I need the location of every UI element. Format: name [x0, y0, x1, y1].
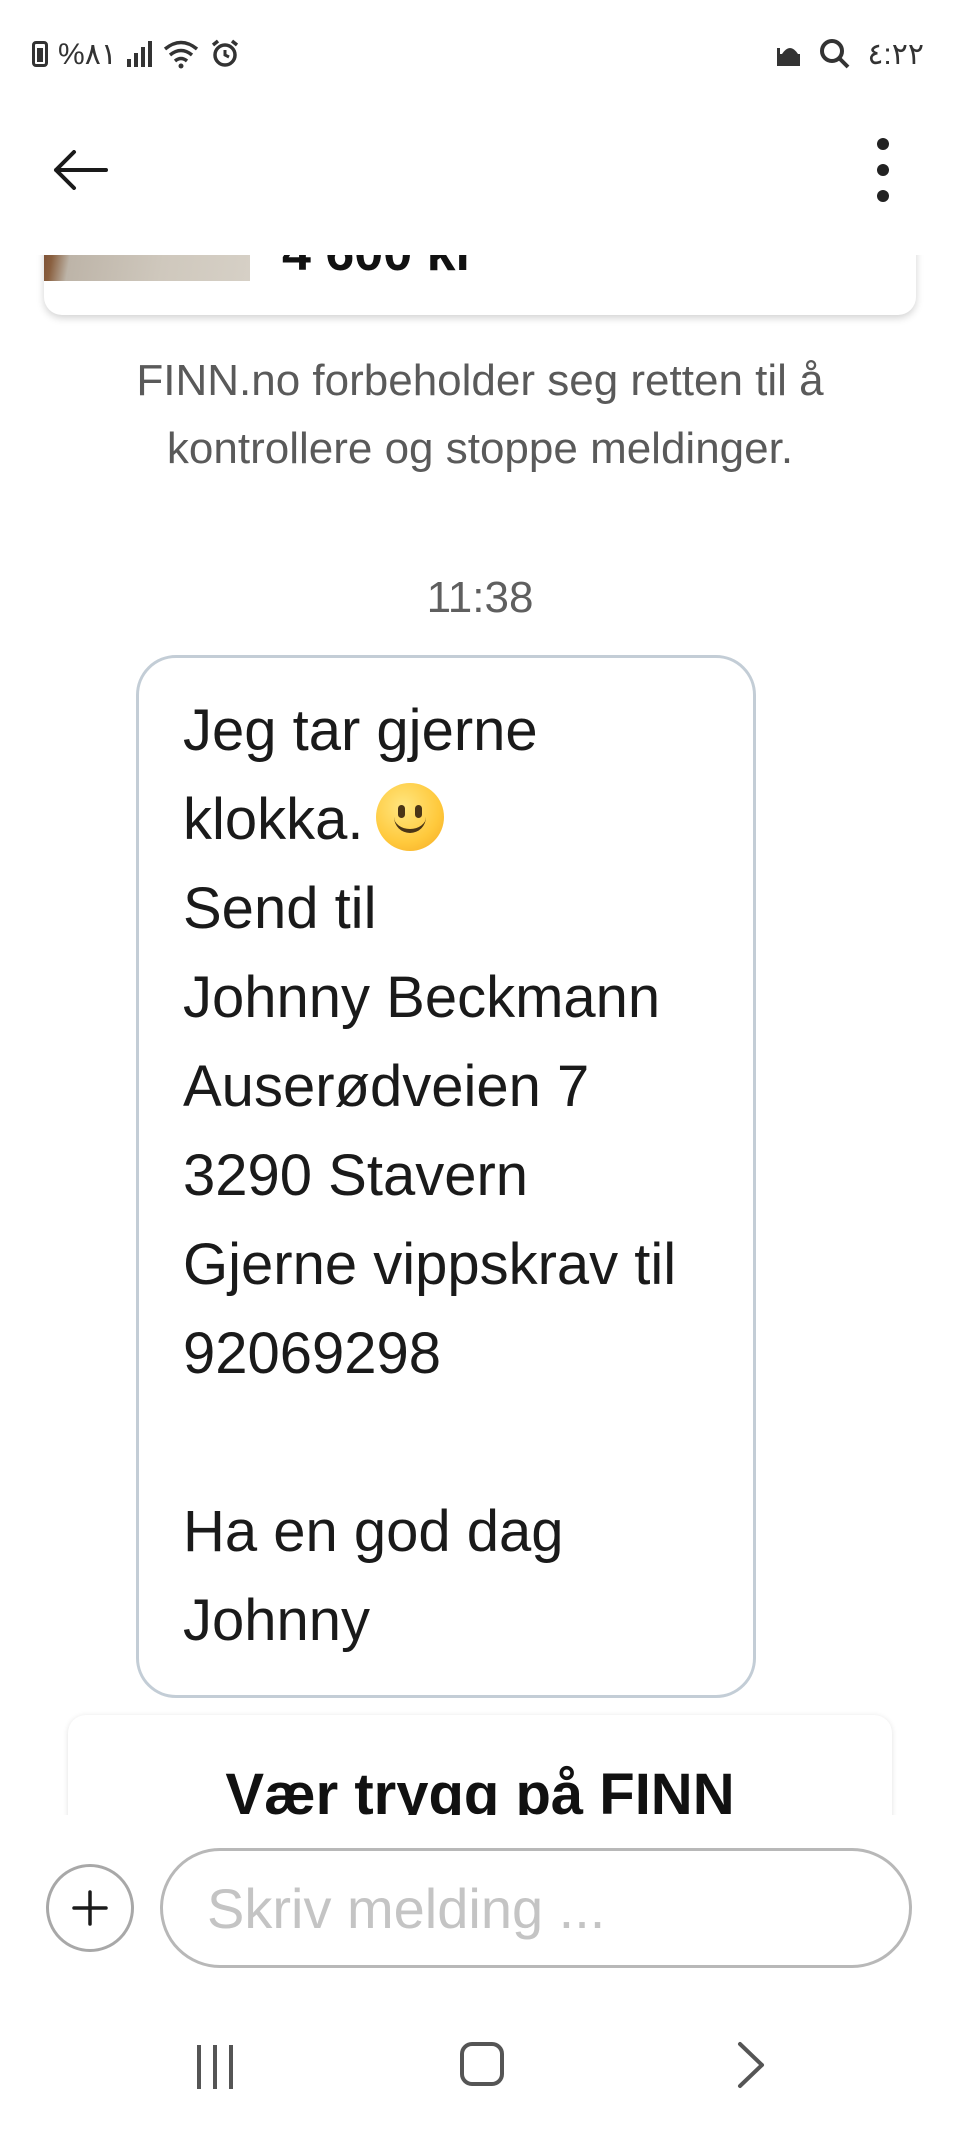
- more-options-button[interactable]: [848, 130, 918, 210]
- home-button[interactable]: [460, 2042, 504, 2086]
- more-vertical-icon: [877, 138, 889, 150]
- battery-icon: [32, 41, 48, 67]
- message-line: Send til: [183, 876, 377, 941]
- message-line: Johnny: [183, 1588, 371, 1653]
- attach-button[interactable]: [46, 1864, 134, 1952]
- back-button[interactable]: [40, 135, 120, 205]
- alarm-icon: [211, 39, 239, 67]
- clock: ٤:٢٢: [867, 37, 924, 71]
- wifi-icon: [163, 40, 199, 69]
- safety-card[interactable]: Vær trygg på FINN: [68, 1715, 892, 1815]
- smiley-emoji-icon: [375, 782, 444, 851]
- message-bubble[interactable]: Jeg tar gjerne klokka. Send til Johnny B…: [136, 655, 756, 1698]
- message-line-blank: [183, 1398, 713, 1487]
- listing-card[interactable]: 4 600 kr: [44, 255, 916, 315]
- status-left: %٨١: [32, 34, 240, 74]
- recent-apps-button[interactable]: [190, 2042, 240, 2092]
- message-timestamp: 11:38: [426, 573, 534, 622]
- message-line: 3290 Stavern: [183, 1143, 529, 1208]
- plus-icon: [72, 1890, 108, 1926]
- app-bar: [0, 110, 960, 260]
- search-icon: [820, 39, 850, 69]
- message-line: Jeg tar gjerne: [183, 698, 538, 763]
- message-input[interactable]: [160, 1848, 912, 1968]
- message-line: 92069298: [183, 1321, 442, 1386]
- conversation-scroll[interactable]: 4 600 kr FINN.no forbeholder seg retten …: [0, 255, 960, 1815]
- status-bar: %٨١ ٤:٢٢: [0, 0, 960, 110]
- status-right: ٤:٢٢: [777, 34, 924, 74]
- message-line: Gjerne vippskrav til: [183, 1232, 677, 1297]
- battery-level: %٨١: [58, 37, 117, 71]
- message-line: klokka.: [183, 775, 713, 864]
- message-line: Ha en god dag: [183, 1499, 564, 1564]
- mosque-icon: [777, 48, 801, 66]
- arrow-left-icon: [54, 150, 108, 190]
- message-line: Auserødveien 7: [183, 1054, 590, 1119]
- moderation-notice: FINN.no forbeholder seg retten til å kon…: [136, 356, 824, 473]
- safety-card-title: Vær trygg på FINN: [225, 1762, 735, 1815]
- listing-price: 4 600 kr: [282, 255, 476, 279]
- system-back-button[interactable]: [730, 2040, 770, 2090]
- chevron-right-icon: [738, 2042, 764, 2088]
- message-line: Johnny Beckmann: [183, 965, 661, 1030]
- signal-icon: [126, 41, 152, 67]
- listing-thumbnail: [44, 255, 250, 281]
